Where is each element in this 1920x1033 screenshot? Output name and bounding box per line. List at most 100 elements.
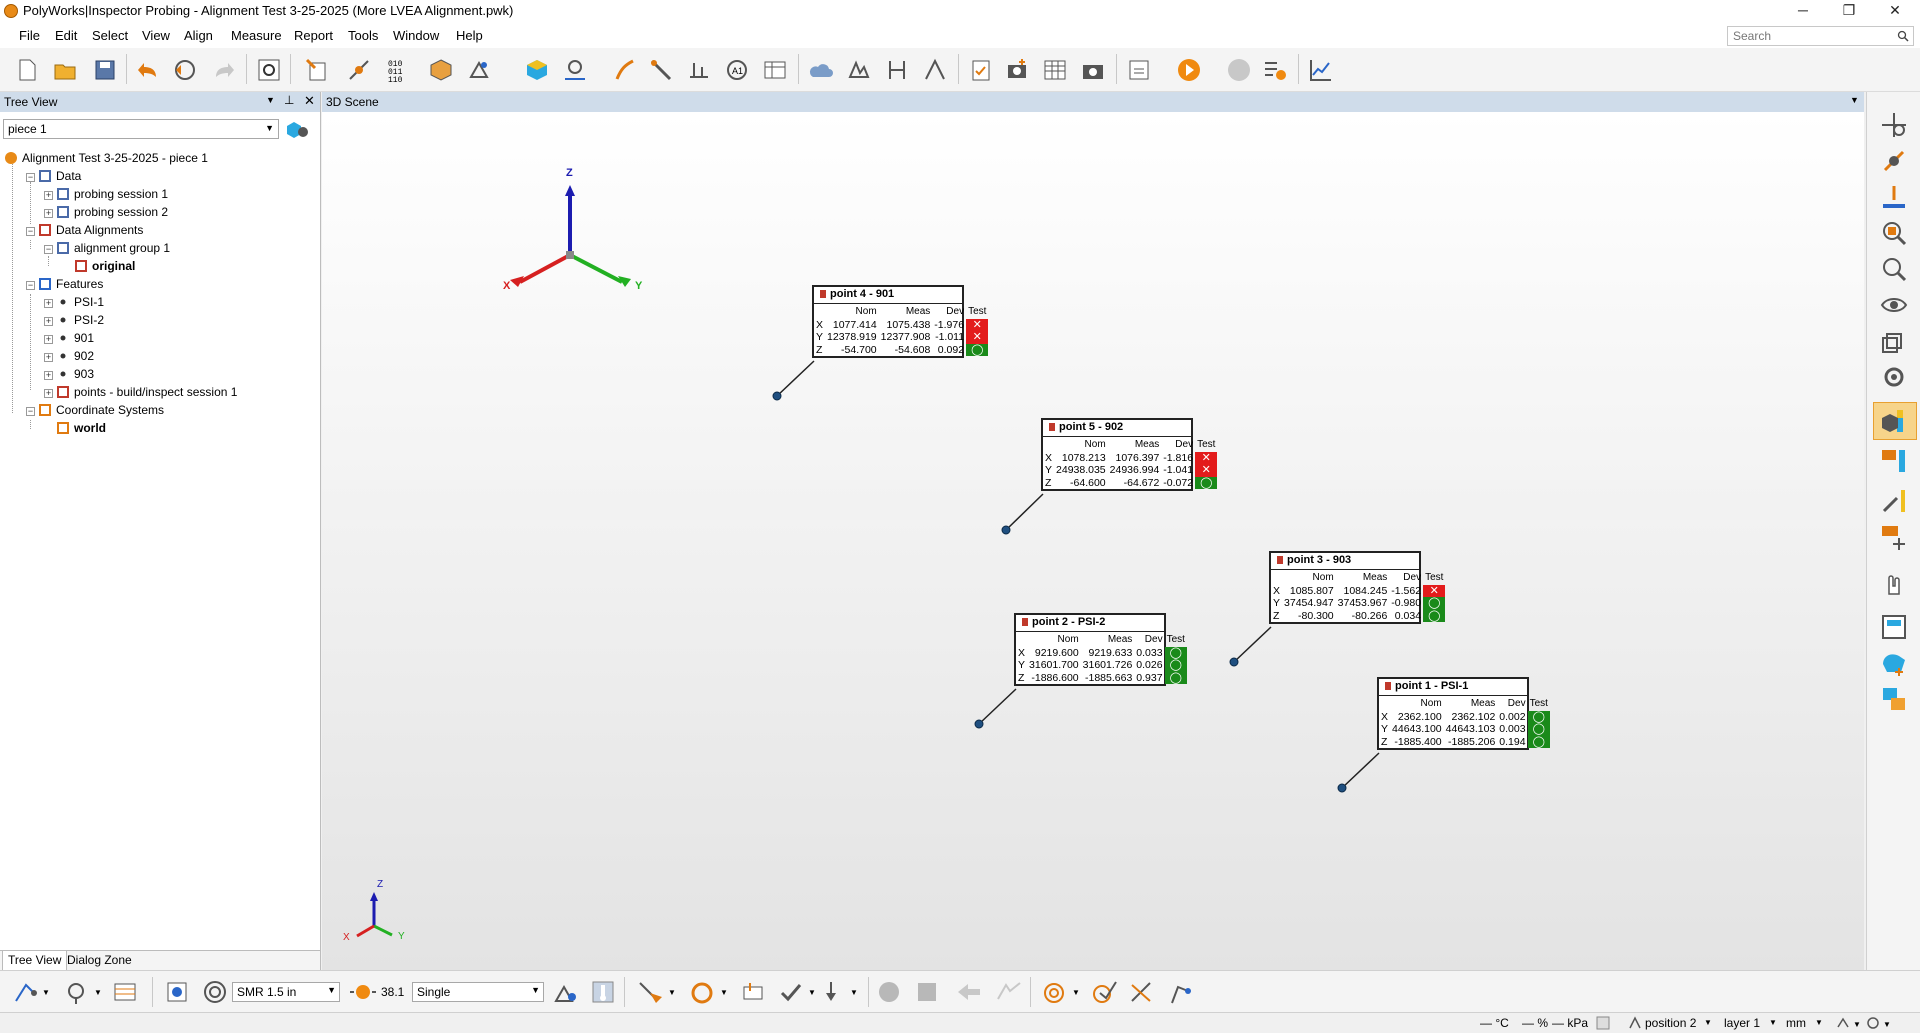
scan-mode-icon[interactable]: ▼	[1040, 979, 1084, 1005]
zoom-fit-icon[interactable]	[1879, 218, 1909, 248]
add-object-icon[interactable]	[1879, 648, 1909, 678]
measure-point-icon[interactable]: ▼	[636, 979, 680, 1005]
tree-expander[interactable]: +	[44, 353, 53, 362]
tree-item[interactable]: alignment group 1	[56, 241, 170, 259]
tree-expander[interactable]: +	[44, 389, 53, 398]
probe-database-icon[interactable]	[112, 979, 138, 1005]
zoom-icon[interactable]	[1879, 254, 1909, 284]
wireframe-cube-icon[interactable]	[1879, 326, 1909, 356]
tools-icon[interactable]	[1879, 486, 1909, 516]
align-cube-icon[interactable]	[524, 57, 550, 83]
measurement-annotation[interactable]: point 1 - PSI-1 Nom Meas Dev Test X 2362.100 23…	[1377, 677, 1550, 750]
undo-icon[interactable]	[136, 57, 162, 83]
measured-point-marker[interactable]	[974, 719, 984, 729]
tree-item[interactable]: probing session 2	[56, 205, 168, 223]
object-icon[interactable]	[428, 57, 454, 83]
piece-manager-icon[interactable]	[284, 118, 310, 140]
position-selector[interactable]: position 2	[1645, 1016, 1696, 1030]
measurement-annotation[interactable]: point 5 - 902 Nom Meas Dev Test X 1078.213 1076…	[1041, 418, 1218, 491]
snapshot-add-icon[interactable]	[1004, 57, 1030, 83]
probe-arm-icon[interactable]	[1166, 979, 1196, 1005]
device-icon[interactable]	[466, 57, 492, 83]
format-icon[interactable]	[1126, 57, 1152, 83]
table-icon[interactable]	[1042, 57, 1068, 83]
hand-select-icon[interactable]	[1879, 568, 1909, 598]
tree-item[interactable]: Features	[38, 277, 103, 295]
tree-item[interactable]: Data Alignments	[38, 223, 143, 241]
gdt-icon[interactable]: A1	[724, 57, 750, 83]
refresh-icon[interactable]: ▼	[1866, 1016, 1894, 1030]
probe-settings-icon[interactable]: ▼	[62, 979, 106, 1005]
sequence-icon[interactable]	[1262, 57, 1288, 83]
cross-section-icon[interactable]	[686, 57, 712, 83]
panel-menu-icon[interactable]: ▼	[266, 95, 275, 105]
menu-edit[interactable]: Edit	[55, 28, 77, 43]
tree-expander[interactable]: −	[44, 245, 53, 254]
tree-expander[interactable]: +	[44, 371, 53, 380]
piece-selector[interactable]: piece 1 ▼	[3, 119, 279, 139]
import-icon[interactable]	[304, 57, 330, 83]
tree-item[interactable]: 901	[56, 331, 94, 349]
menu-window[interactable]: Window	[393, 28, 439, 43]
undo-multiple-icon[interactable]	[172, 57, 198, 83]
annotation-move-icon[interactable]	[1879, 522, 1909, 552]
best-fit-icon[interactable]	[562, 57, 588, 83]
validate-icon[interactable]	[1090, 979, 1120, 1005]
tree-item[interactable]: Data	[38, 169, 81, 187]
tree-expander[interactable]: +	[44, 317, 53, 326]
menu-select[interactable]: Select	[92, 28, 128, 43]
measured-point-marker[interactable]	[1337, 783, 1347, 793]
tree-item[interactable]: 903	[56, 367, 94, 385]
graph-icon[interactable]	[1308, 57, 1334, 83]
measurement-annotation[interactable]: point 2 - PSI-2 Nom Meas Dev Test X 9219.600 92…	[1014, 613, 1187, 686]
probe-device-icon[interactable]: ▼	[12, 979, 52, 1005]
tree-item[interactable]: world	[56, 421, 106, 439]
menu-report[interactable]: Report	[294, 28, 333, 43]
tree-expander[interactable]: −	[26, 407, 35, 416]
menu-align[interactable]: Align	[184, 28, 213, 43]
options-icon[interactable]	[256, 57, 282, 83]
pin-icon[interactable]: ⊥	[284, 93, 294, 107]
tab-tree-view[interactable]: Tree View	[2, 951, 68, 971]
cloud-icon[interactable]	[808, 57, 834, 83]
scan-icon[interactable]	[612, 57, 638, 83]
tree-item[interactable]: Alignment Test 3-25-2025 - piece 1	[4, 151, 208, 169]
tree-expander[interactable]: −	[26, 227, 35, 236]
measurement-annotation[interactable]: point 4 - 901 Nom Meas Dev Test X 1077.414 1075…	[812, 285, 989, 358]
rotate-axis-icon[interactable]	[1879, 146, 1909, 176]
3d-scene-viewport[interactable]: Z Y X Z Y X point 4 - 901 Nom Meas Dev Test X…	[322, 112, 1864, 970]
measurement-mode-selector[interactable]: Single ▼	[412, 982, 544, 1002]
probe-tip-icon[interactable]	[164, 979, 190, 1005]
tree-item[interactable]: points - build/inspect session 1	[56, 385, 237, 403]
tree-item[interactable]: original	[74, 259, 135, 277]
layer-selector[interactable]: layer 1	[1724, 1016, 1760, 1030]
measured-point-marker[interactable]	[1001, 525, 1011, 535]
close-button[interactable]: ✕	[1872, 0, 1918, 22]
tree-item[interactable]: PSI-1	[56, 295, 104, 313]
units-selector[interactable]: mm	[1786, 1016, 1806, 1030]
visibility-eye-icon[interactable]	[1879, 290, 1909, 320]
tree-expander[interactable]: +	[44, 299, 53, 308]
measurement-annotation[interactable]: point 3 - 903 Nom Meas Dev Test X 1085.807 1084…	[1269, 551, 1446, 624]
snap-icon[interactable]: ▼	[1836, 1016, 1864, 1030]
object-view-icon[interactable]	[1879, 612, 1909, 642]
tree-expander[interactable]: −	[26, 281, 35, 290]
scene-settings-icon[interactable]	[1879, 362, 1909, 392]
open-folder-icon[interactable]	[52, 57, 78, 83]
menu-tools[interactable]: Tools	[348, 28, 378, 43]
table-view-icon[interactable]	[762, 57, 788, 83]
chevron-down-icon[interactable]: ▼	[1769, 1018, 1777, 1027]
new-file-icon[interactable]	[14, 57, 40, 83]
tree-expander[interactable]: +	[44, 209, 53, 218]
caliper-icon[interactable]	[884, 57, 910, 83]
tree-expander[interactable]: +	[44, 191, 53, 200]
measured-point-marker[interactable]	[772, 391, 782, 401]
annotation-color-icon[interactable]	[1879, 446, 1909, 476]
compare-icon[interactable]	[846, 57, 872, 83]
maximize-button[interactable]: ❐	[1826, 0, 1872, 22]
menu-view[interactable]: View	[142, 28, 170, 43]
measure-plane-icon[interactable]	[740, 979, 770, 1005]
record-icon[interactable]	[876, 979, 902, 1005]
chevron-down-icon[interactable]: ▼	[1815, 1018, 1823, 1027]
color-map-icon[interactable]	[1879, 406, 1909, 436]
